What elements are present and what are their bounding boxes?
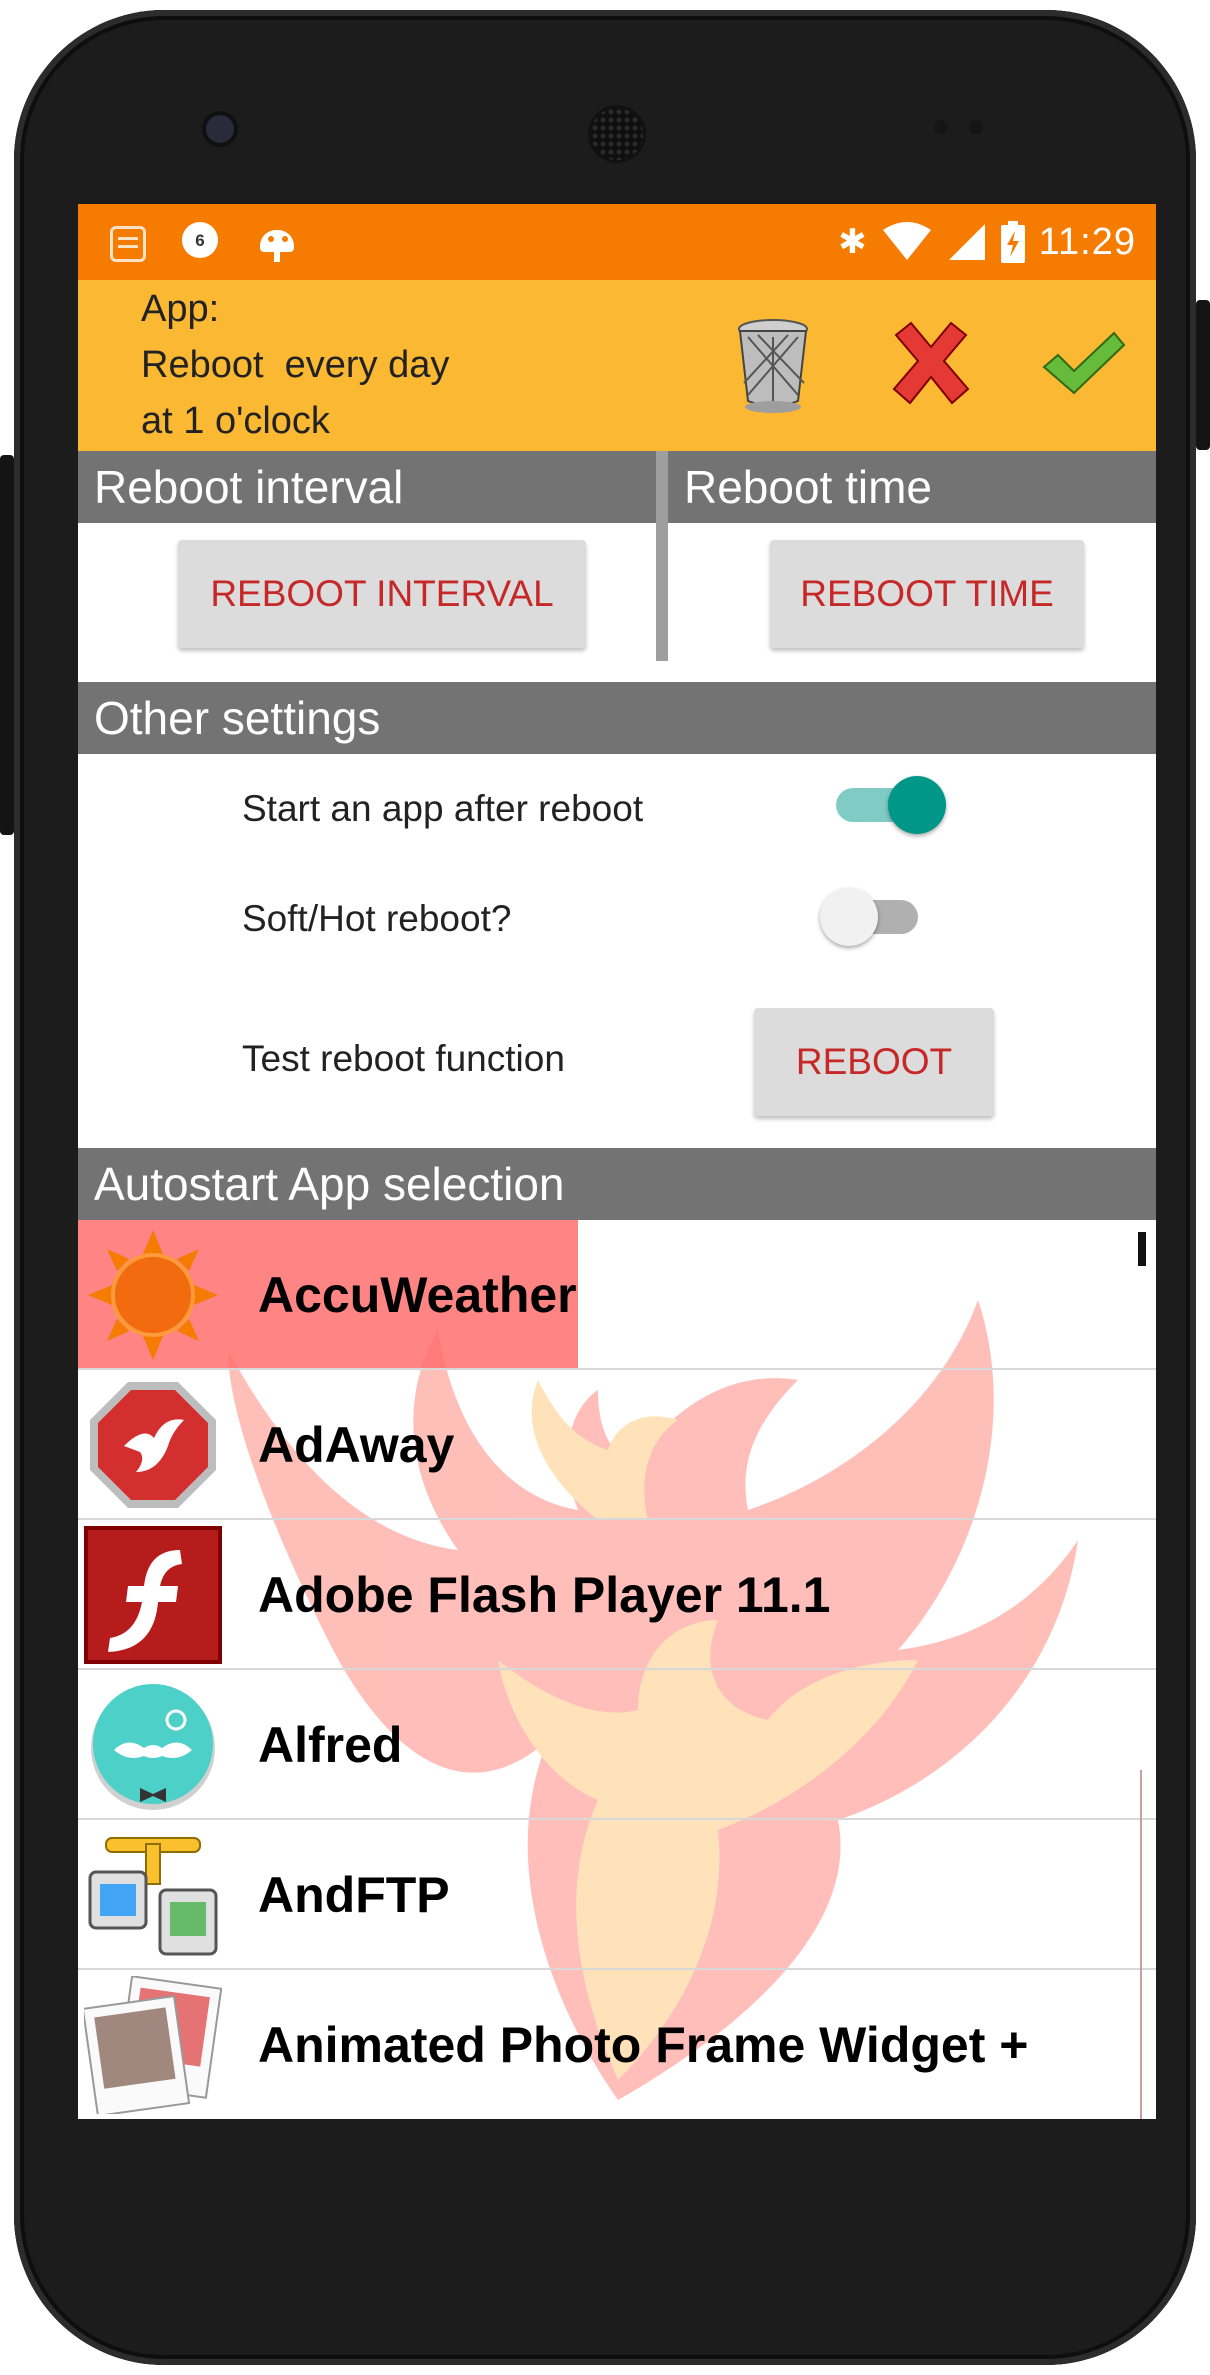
scroll-track <box>1140 1770 1142 2119</box>
android-icon <box>258 222 298 262</box>
soft-reboot-label: Soft/Hot reboot? <box>242 898 512 939</box>
cancel-icon <box>892 321 970 405</box>
app-row-flash[interactable]: Adobe Flash Player 11.1 <box>78 1520 1156 1670</box>
switch-thumb <box>820 888 878 946</box>
app-row-adaway[interactable]: AdAway <box>78 1370 1156 1520</box>
phone-frame: 6 ✱ 11:29 App: Reboot every day at 1 o'c… <box>14 10 1196 2365</box>
other-settings-heading: Other settings <box>78 682 1156 754</box>
autostart-heading: Autostart App selection <box>78 1148 1156 1220</box>
test-reboot-label: Test reboot function <box>242 1038 565 1079</box>
screen: 6 ✱ 11:29 App: Reboot every day at 1 o'c… <box>78 204 1156 2119</box>
start-app-label: Start an app after reboot <box>242 788 644 829</box>
adaway-icon <box>90 1382 216 1508</box>
bluetooth-icon: ✱ <box>838 222 867 262</box>
app-name: Animated Photo Frame Widget + <box>258 2017 1029 2073</box>
header-line-1: App: <box>141 288 220 330</box>
reboot-time-button[interactable]: REBOOT TIME <box>770 540 1084 648</box>
start-app-switch[interactable] <box>836 776 946 834</box>
reboot-interval-heading: Reboot interval <box>78 451 656 523</box>
reboot-button[interactable]: REBOOT <box>754 1008 994 1116</box>
status-bar: 6 ✱ 11:29 <box>78 204 1156 280</box>
notes-icon <box>110 226 146 262</box>
notification-count: 6 <box>195 231 205 250</box>
cancel-button[interactable] <box>886 315 976 415</box>
app-row-photo-frame[interactable]: Animated Photo Frame Widget + <box>78 1970 1156 2119</box>
header-line-3: at 1 o'clock <box>141 400 330 442</box>
battery-icon <box>1000 221 1025 263</box>
proximity-sensor <box>934 120 948 134</box>
signal-icon <box>948 224 985 260</box>
power-button[interactable] <box>0 455 14 835</box>
confirm-button[interactable] <box>1038 315 1128 415</box>
light-sensor <box>969 120 983 134</box>
app-row-alfred[interactable]: Alfred <box>78 1670 1156 1820</box>
reboot-time-heading: Reboot time <box>668 451 1156 523</box>
app-name: AdAway <box>258 1417 455 1473</box>
app-row-accuweather[interactable]: AccuWeather <box>78 1220 1156 1370</box>
earpiece-speaker <box>591 108 643 160</box>
delete-button[interactable] <box>728 315 818 415</box>
app-list[interactable]: AccuWeather AdAway Adobe Flash Player 11… <box>78 1220 1156 2119</box>
scroll-indicator <box>1138 1232 1146 1266</box>
soft-reboot-switch[interactable] <box>820 888 930 946</box>
app-name: Alfred <box>258 1717 403 1773</box>
wifi-icon <box>882 222 931 260</box>
app-name: AccuWeather <box>258 1267 577 1323</box>
flash-icon <box>84 1526 222 1664</box>
andftp-icon <box>88 1837 218 1956</box>
trash-icon <box>738 319 808 413</box>
app-name: AndFTP <box>258 1867 450 1923</box>
accuweather-icon <box>88 1230 218 1360</box>
volume-button[interactable] <box>1196 300 1210 450</box>
app-name: Adobe Flash Player 11.1 <box>258 1567 831 1623</box>
app-row-andftp[interactable]: AndFTP <box>78 1820 1156 1970</box>
reboot-interval-button[interactable]: REBOOT INTERVAL <box>178 540 586 648</box>
front-camera <box>206 115 234 143</box>
header-line-2: Reboot every day <box>141 344 450 386</box>
badge-icon: 6 <box>182 222 222 262</box>
section-divider <box>656 451 668 661</box>
clock: 11:29 <box>1038 220 1136 263</box>
photo-frame-icon <box>84 1976 222 2114</box>
alfred-icon <box>91 1684 215 1810</box>
switch-thumb <box>888 776 946 834</box>
confirm-icon <box>1042 331 1126 395</box>
app-header: App: Reboot every day at 1 o'clock <box>78 280 1156 451</box>
